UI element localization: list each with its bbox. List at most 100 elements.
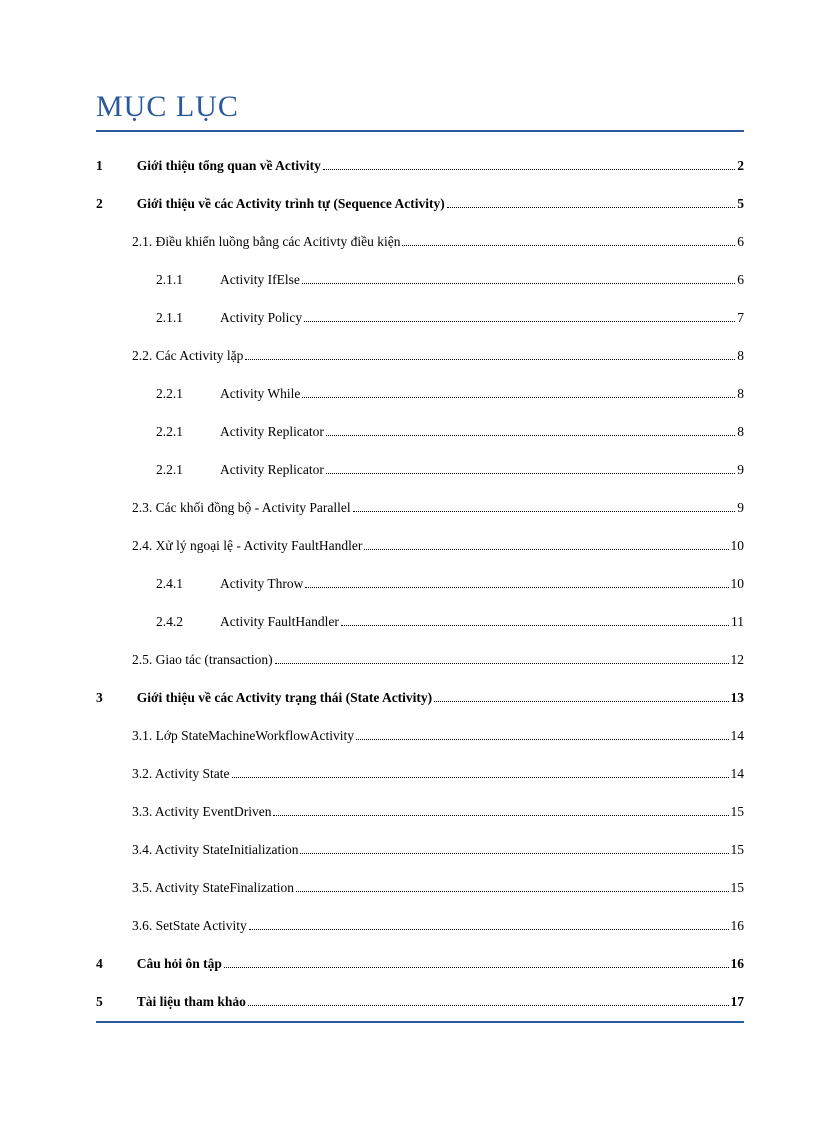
dot-leader <box>353 511 736 512</box>
toc-entry: 3.2. Activity State 14 <box>96 766 744 782</box>
dot-leader <box>302 397 735 398</box>
dot-leader <box>402 245 735 246</box>
entry-number: 3 <box>96 690 103 706</box>
dot-leader <box>275 663 729 664</box>
toc-entry: 2.1. Điều khiển luồng bằng các Acitivty … <box>96 234 744 250</box>
entry-number: 2.2.1 <box>156 386 220 402</box>
toc-entry: 2.2. Các Activity lặp 8 <box>96 348 744 364</box>
toc-entry: 2.2.1Activity While 8 <box>96 386 744 402</box>
entry-page: 12 <box>731 652 745 668</box>
toc-entry: 3Giới thiệu về các Activity trạng thái (… <box>96 690 744 706</box>
footer-divider <box>96 1021 744 1023</box>
entry-text: 2.3. Các khối đồng bộ - Activity Paralle… <box>132 500 351 516</box>
dot-leader <box>302 283 735 284</box>
entry-text: 3.6. SetState Activity <box>132 918 247 934</box>
entry-page: 13 <box>731 690 745 706</box>
entry-page: 5 <box>737 196 744 212</box>
toc-entry: 2.2.1Activity Replicator 8 <box>96 424 744 440</box>
entry-text: 2.5. Giao tác (transaction) <box>132 652 273 668</box>
toc-entry: 3.4. Activity StateInitialization 15 <box>96 842 744 858</box>
title-underline <box>96 130 744 132</box>
entry-text: Activity IfElse <box>220 272 300 288</box>
toc-entry: 3.5. Activity StateFinalization 15 <box>96 880 744 896</box>
entry-page: 8 <box>737 386 744 402</box>
entry-text: 3.2. Activity State <box>132 766 230 782</box>
entry-text: 2.2. Các Activity lặp <box>132 348 243 364</box>
dot-leader <box>323 169 735 170</box>
toc-entry: 3.6. SetState Activity 16 <box>96 918 744 934</box>
entry-number: 2 <box>96 196 103 212</box>
entry-number: 1 <box>96 158 103 174</box>
dot-leader <box>356 739 728 740</box>
toc-entry: 2.2.1Activity Replicator 9 <box>96 462 744 478</box>
entry-page: 16 <box>731 918 745 934</box>
dot-leader <box>249 929 729 930</box>
dot-leader <box>224 967 729 968</box>
entry-page: 6 <box>737 234 744 250</box>
dot-leader <box>273 815 728 816</box>
entry-number: 2.4.1 <box>156 576 220 592</box>
dot-leader <box>305 587 728 588</box>
dot-leader <box>248 1005 729 1006</box>
dot-leader <box>245 359 735 360</box>
toc-container: 1 Giới thiệu tổng quan về Activity 2 2 Giới… <box>96 158 744 1010</box>
toc-entry: 1 Giới thiệu tổng quan về Activity 2 <box>96 158 744 174</box>
toc-entry: 5Tài liệu tham khảo17 <box>96 994 744 1010</box>
dot-leader <box>300 853 728 854</box>
dot-leader <box>296 891 729 892</box>
entry-page: 11 <box>731 614 744 630</box>
entry-page: 10 <box>731 538 745 554</box>
entry-text: Activity While <box>220 386 300 402</box>
entry-text: Activity Policy <box>220 310 302 326</box>
entry-page: 15 <box>731 880 745 896</box>
entry-number: 2.1.1 <box>156 310 220 326</box>
dot-leader <box>434 701 728 702</box>
entry-text: Activity Replicator <box>220 424 324 440</box>
entry-text: Câu hỏi ôn tập <box>137 956 222 972</box>
entry-text: 3.4. Activity StateInitialization <box>132 842 298 858</box>
entry-text: 3.1. Lớp StateMachineWorkflowActivity <box>132 728 354 744</box>
entry-text: 3.5. Activity StateFinalization <box>132 880 294 896</box>
entry-text: Activity Replicator <box>220 462 324 478</box>
entry-page: 9 <box>737 462 744 478</box>
dot-leader <box>232 777 729 778</box>
entry-page: 17 <box>731 994 745 1010</box>
entry-number: 2.1.1 <box>156 272 220 288</box>
entry-page: 14 <box>731 766 745 782</box>
entry-page: 6 <box>737 272 744 288</box>
entry-page: 9 <box>737 500 744 516</box>
entry-page: 15 <box>731 842 745 858</box>
dot-leader <box>326 435 735 436</box>
entry-number: 2.2.1 <box>156 424 220 440</box>
entry-number: 4 <box>96 956 103 972</box>
entry-number: 2.4.2 <box>156 614 220 630</box>
entry-page: 7 <box>737 310 744 326</box>
entry-number: 2.2.1 <box>156 462 220 478</box>
entry-text: Tài liệu tham khảo <box>137 994 246 1010</box>
toc-entry: 3.1. Lớp StateMachineWorkflowActivity 14 <box>96 728 744 744</box>
entry-text: Giới thiệu tổng quan về Activity <box>137 158 321 174</box>
toc-title: MỤC LỤC <box>96 90 744 124</box>
toc-entry: 2.3. Các khối đồng bộ - Activity Paralle… <box>96 500 744 516</box>
toc-entry: 3.3. Activity EventDriven 15 <box>96 804 744 820</box>
entry-text: Giới thiệu về các Activity trình tự (Seq… <box>137 196 445 212</box>
dot-leader <box>304 321 735 322</box>
toc-entry: 2 Giới thiệu về các Activity trình tự (Se… <box>96 196 744 212</box>
toc-entry: 2.4.2Activity FaultHandler 11 <box>96 614 744 630</box>
toc-entry: 2.4.1Activity Throw 10 <box>96 576 744 592</box>
toc-entry: 4Câu hỏi ôn tập16 <box>96 956 744 972</box>
toc-entry: 2.4. Xử lý ngoại lệ - Activity FaultHand… <box>96 538 744 554</box>
entry-text: Activity FaultHandler <box>220 614 339 630</box>
entry-page: 8 <box>737 348 744 364</box>
entry-page: 14 <box>731 728 745 744</box>
dot-leader <box>364 549 728 550</box>
entry-page: 10 <box>731 576 745 592</box>
entry-text: 3.3. Activity EventDriven <box>132 804 271 820</box>
entry-page: 2 <box>737 158 744 174</box>
entry-page: 8 <box>737 424 744 440</box>
dot-leader <box>341 625 729 626</box>
toc-entry: 2.1.1Activity IfElse 6 <box>96 272 744 288</box>
dot-leader <box>447 207 735 208</box>
entry-text: 2.4. Xử lý ngoại lệ - Activity FaultHand… <box>132 538 362 554</box>
entry-text: Activity Throw <box>220 576 303 592</box>
